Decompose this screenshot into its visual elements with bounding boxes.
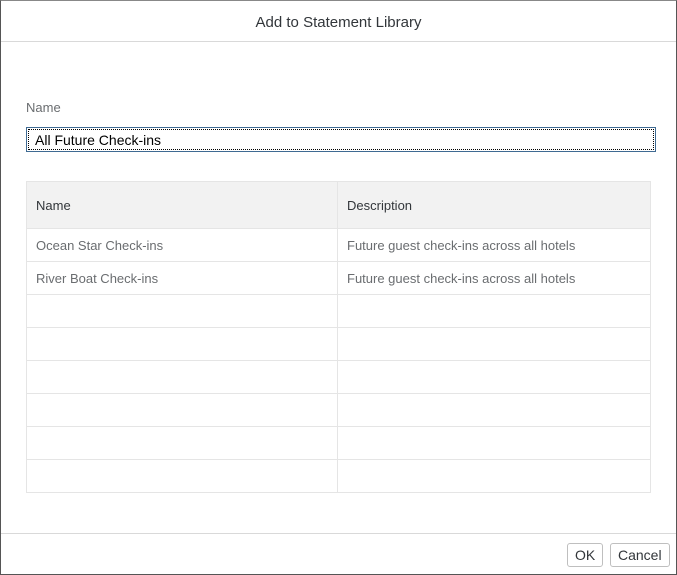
cell-description: Future guest check-ins across all hotels	[337, 261, 651, 295]
empty-row	[26, 360, 651, 394]
column-header-description[interactable]: Description	[337, 181, 651, 229]
empty-row	[26, 294, 651, 328]
statement-table: Name Description Ocean Star Check-ins Fut…	[26, 181, 651, 493]
dialog-title: Add to Statement Library	[1, 1, 676, 42]
cell-description: Future guest check-ins across all hotels	[337, 228, 651, 262]
name-label: Name	[26, 100, 61, 115]
empty-row	[26, 327, 651, 361]
empty-row	[26, 426, 651, 460]
empty-row	[26, 393, 651, 427]
table-header-row: Name Description	[26, 181, 651, 229]
cell-name: River Boat Check-ins	[26, 261, 338, 295]
column-header-name[interactable]: Name	[26, 181, 338, 229]
name-input[interactable]	[26, 127, 656, 152]
empty-row	[26, 459, 651, 493]
cancel-button[interactable]: Cancel	[610, 543, 670, 567]
dialog-footer: OK Cancel	[1, 533, 676, 575]
cell-name: Ocean Star Check-ins	[26, 228, 338, 262]
ok-button[interactable]: OK	[567, 543, 604, 567]
table-row[interactable]: River Boat Check-ins Future guest check-i…	[26, 261, 651, 295]
add-to-statement-library-dialog: Add to Statement Library Name Name Descr…	[0, 0, 677, 575]
table-row[interactable]: Ocean Star Check-ins Future guest check-i…	[26, 228, 651, 262]
